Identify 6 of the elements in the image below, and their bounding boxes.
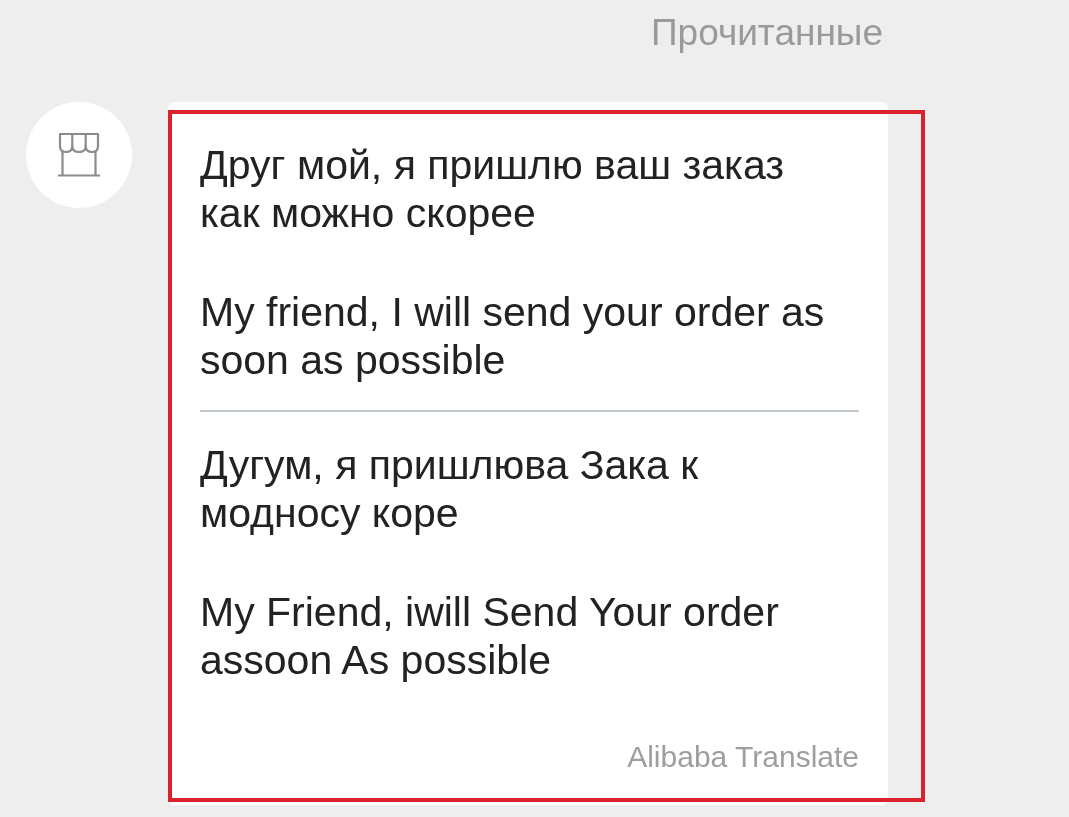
message-text: Дугум, я пришлюва Зака к модносу коре xyxy=(200,441,700,537)
message-text: My Friend, iwill Send Your order assoon As possible xyxy=(200,588,780,684)
translation-attribution: Alibaba Translate xyxy=(627,741,859,773)
message-text: My friend, I will send your order as soon as possible xyxy=(200,288,826,384)
read-status-label: Прочитанные xyxy=(650,12,883,54)
message-text: Друг мой, я пришлю ваш заказ как можно скорее xyxy=(200,141,786,237)
